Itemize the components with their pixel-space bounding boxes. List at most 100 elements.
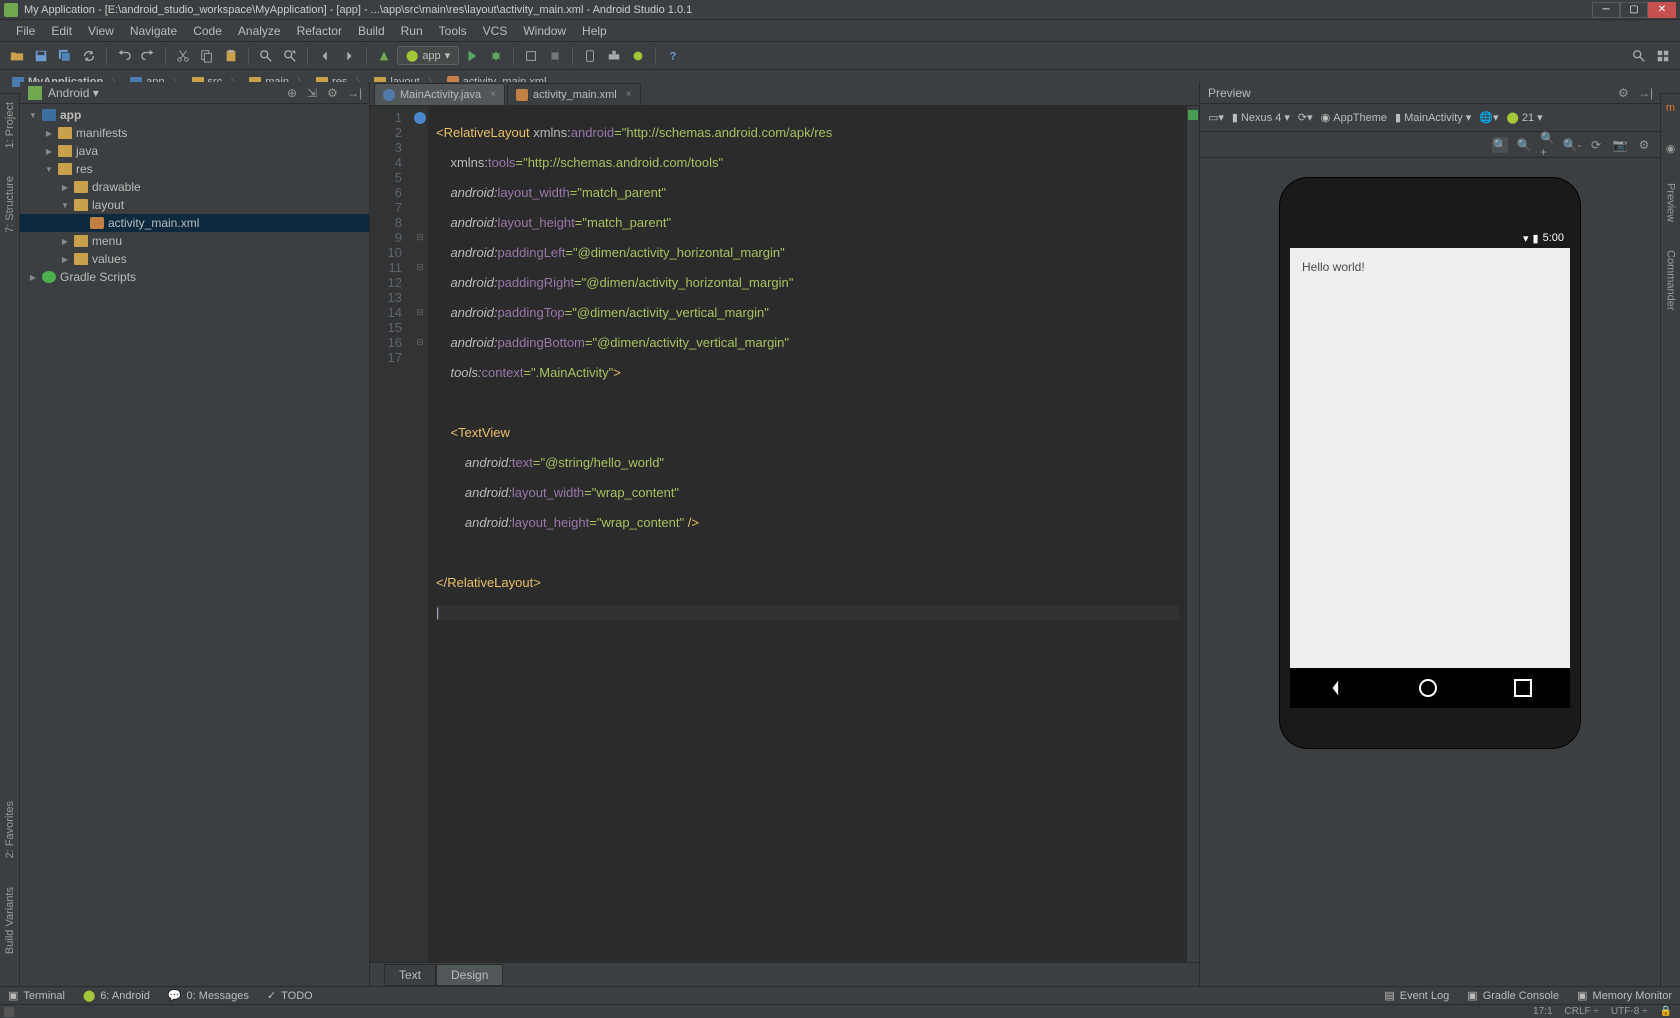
file-encoding[interactable]: UTF-8 ÷ [1611,1006,1648,1017]
tree-node-app[interactable]: ▼app [20,106,369,124]
menu-analyze[interactable]: Analyze [230,22,289,40]
refresh-icon[interactable]: ⟳ [1588,137,1604,153]
save-all-icon[interactable] [54,45,76,67]
menu-refactor[interactable]: Refactor [289,22,350,40]
collapse-all-icon[interactable]: ⇲ [307,86,321,100]
fold-icon[interactable]: ⊟ [416,260,424,275]
tree-node-gradle[interactable]: ▶Gradle Scripts [20,268,369,286]
tool-windows-icon[interactable] [4,1007,14,1017]
avd-manager-icon[interactable] [579,45,601,67]
attach-debugger-icon[interactable] [520,45,542,67]
stop-icon[interactable] [544,45,566,67]
replace-icon[interactable] [279,45,301,67]
undo-icon[interactable] [113,45,135,67]
back-icon[interactable] [314,45,336,67]
sidebar-tab-commander[interactable]: Commander [1663,246,1679,315]
orientation-icon[interactable]: ⟳▾ [1298,111,1313,124]
copy-icon[interactable] [196,45,218,67]
find-icon[interactable] [255,45,277,67]
minimize-button[interactable]: ─ [1592,2,1620,18]
gradle-console-tab[interactable]: ▣ Gradle Console [1467,989,1559,1002]
run-config-dropdown[interactable]: ⬤ app ▾ [397,46,459,65]
api-selector[interactable]: ⬤21▾ [1507,111,1543,124]
debug-icon[interactable] [485,45,507,67]
readonly-lock-icon[interactable]: 🔒 [1660,1006,1672,1017]
theme-selector[interactable]: ◉ AppTheme [1321,111,1387,124]
android-tab[interactable]: ⬤ 6: Android [83,989,150,1002]
ddms-icon[interactable] [627,45,649,67]
fold-icon[interactable]: ⊟ [416,230,424,245]
redo-icon[interactable] [137,45,159,67]
activity-selector[interactable]: ▮ MainActivity▾ [1395,111,1471,124]
tree-node-values[interactable]: ▶values [20,250,369,268]
make-icon[interactable] [373,45,395,67]
forward-icon[interactable] [338,45,360,67]
memory-monitor-tab[interactable]: ▣ Memory Monitor [1577,989,1672,1002]
tree-node-manifests[interactable]: ▶manifests [20,124,369,142]
close-button[interactable]: ✕ [1648,2,1676,18]
menu-build[interactable]: Build [350,22,393,40]
save-icon[interactable] [30,45,52,67]
hide-icon[interactable]: →| [1638,86,1652,100]
editor-tab-activity-main[interactable]: activity_main.xml× [507,83,641,105]
scroll-from-source-icon[interactable]: ⊕ [287,86,301,100]
line-separator[interactable]: CRLF ÷ [1565,1006,1599,1017]
zoom-fit-icon[interactable]: 🔍 [1492,137,1508,153]
menu-run[interactable]: Run [393,22,431,40]
zoom-out-icon[interactable]: 🔍- [1564,137,1580,153]
tree-node-drawable[interactable]: ▶drawable [20,178,369,196]
sidebar-tab-structure[interactable]: 7: Structure [2,172,18,237]
fold-icon[interactable]: ⊟ [416,305,424,320]
menu-view[interactable]: View [80,22,122,40]
menu-window[interactable]: Window [515,22,574,40]
sidebar-tab-build-variants[interactable]: Build Variants [2,883,18,958]
menu-tools[interactable]: Tools [431,22,475,40]
menu-navigate[interactable]: Navigate [122,22,185,40]
zoom-in-icon[interactable]: 🔍+ [1540,137,1556,153]
locale-icon[interactable]: 🌐▾ [1479,111,1498,124]
nav-related-icon[interactable] [414,112,426,124]
close-tab-icon[interactable]: × [626,89,632,100]
fold-icon[interactable]: ⊟ [416,335,424,350]
settings-icon[interactable]: ⚙ [1636,137,1652,153]
menu-code[interactable]: Code [185,22,230,40]
menu-help[interactable]: Help [574,22,615,40]
open-icon[interactable] [6,45,28,67]
sidebar-tab-project[interactable]: 1: Project [2,98,18,152]
code-content[interactable]: <RelativeLayout xmlns:android="http://sc… [428,106,1187,962]
sdk-manager-icon[interactable] [603,45,625,67]
cut-icon[interactable] [172,45,194,67]
messages-tab[interactable]: 💬 0: Messages [168,989,249,1002]
screenshot-icon[interactable]: 📷 [1612,137,1628,153]
tree-node-activity-main[interactable]: activity_main.xml [20,214,369,232]
tree-node-java[interactable]: ▶java [20,142,369,160]
todo-tab[interactable]: ✓ TODO [267,989,313,1002]
help-icon[interactable]: ? [662,45,684,67]
preview-canvas[interactable]: ▾ ▮ 5:00 Hello world! [1200,158,1660,986]
tree-node-res[interactable]: ▼res [20,160,369,178]
menu-edit[interactable]: Edit [43,22,80,40]
device-selector[interactable]: ▮ Nexus 4▾ [1232,111,1290,124]
menu-file[interactable]: File [8,22,43,40]
gear-icon[interactable]: ⚙ [1618,86,1632,100]
menu-vcs[interactable]: VCS [475,22,516,40]
search-everywhere-icon[interactable] [1628,45,1650,67]
tab-text[interactable]: Text [384,964,436,986]
sidebar-tab-maven[interactable]: m [1663,98,1679,118]
editor-tab-mainactivity[interactable]: MainActivity.java× [374,83,505,105]
hide-icon[interactable]: →| [347,86,361,100]
maximize-button[interactable]: ▢ [1620,2,1648,18]
project-view-mode[interactable]: Android ▾ [48,86,287,100]
run-icon[interactable] [461,45,483,67]
project-structure-icon[interactable] [1652,45,1674,67]
code-editor[interactable]: 1234567891011121314151617 ⊟ ⊟ ⊟ ⊟ <Relat… [370,106,1199,962]
tree-node-menu[interactable]: ▶menu [20,232,369,250]
terminal-tab[interactable]: ▣ Terminal [8,989,65,1002]
sidebar-tab-gradle[interactable]: ◉ [1662,138,1679,159]
close-tab-icon[interactable]: × [490,89,496,100]
zoom-actual-icon[interactable]: 🔍 [1516,137,1532,153]
gear-icon[interactable]: ⚙ [327,86,341,100]
event-log-tab[interactable]: ▤ Event Log [1384,989,1449,1002]
tree-node-layout[interactable]: ▼layout [20,196,369,214]
paste-icon[interactable] [220,45,242,67]
